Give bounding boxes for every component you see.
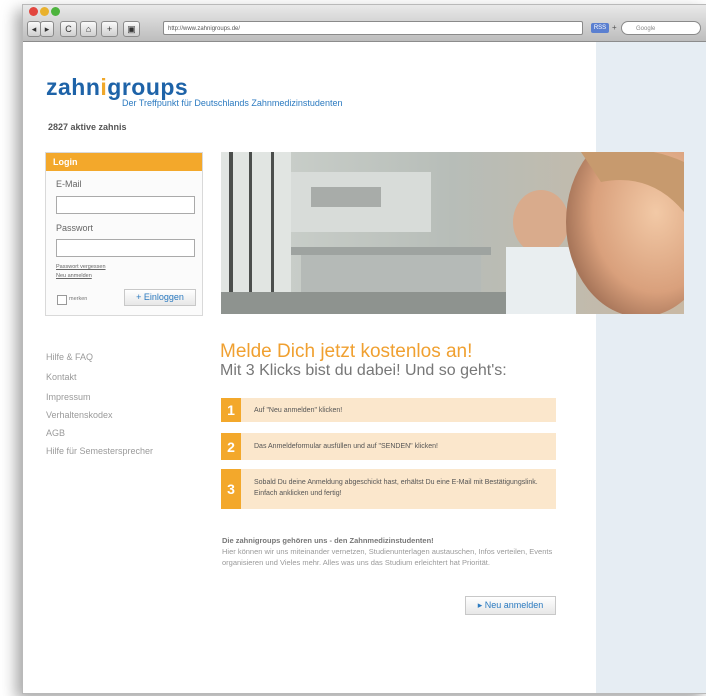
rss-icon[interactable]: RSS: [591, 23, 609, 33]
remember-checkbox[interactable]: [57, 295, 67, 305]
right-background-panel: [596, 42, 706, 693]
search-input[interactable]: Google: [621, 21, 701, 35]
sidebar-item-help-faq[interactable]: Hilfe & FAQ: [46, 352, 93, 362]
back-button[interactable]: ◂: [27, 21, 41, 37]
step-number: 1: [221, 398, 241, 422]
reload-button[interactable]: C: [60, 21, 77, 37]
plus-icon: +: [106, 24, 113, 34]
home-icon: ⌂: [85, 24, 92, 34]
register-link[interactable]: Neu anmelden: [56, 273, 92, 279]
site-tagline: Der Treffpunkt für Deutschlands Zahnmedi…: [122, 98, 343, 108]
hero-photo: [221, 152, 684, 314]
browser-toolbar: ◂ ▸ C ⌂ + ▣ http://www.zahnigroups.de/ R…: [23, 5, 706, 42]
sidebar-item-semester-help[interactable]: Hilfe für Semestersprecher: [46, 446, 153, 456]
about-title: Die zahnigroups gehören uns - den Zahnme…: [222, 536, 434, 545]
register-button[interactable]: ▸ Neu anmelden: [465, 596, 556, 615]
search-engine-plus[interactable]: +: [612, 23, 620, 33]
close-window-button[interactable]: [29, 7, 38, 16]
add-bookmark-button[interactable]: +: [101, 21, 118, 37]
signup-subheadline: Mit 3 Klicks bist du dabei! Und so geht'…: [220, 362, 507, 379]
step-2: 2 Das Anmeldeformular ausfüllen und auf …: [221, 433, 556, 460]
reload-icon: C: [65, 24, 72, 34]
sidebar-item-code-of-conduct[interactable]: Verhaltenskodex: [46, 410, 113, 420]
maximize-window-button[interactable]: [51, 7, 60, 16]
signup-headline: Melde Dich jetzt kostenlos an!: [220, 341, 473, 362]
step-text: Das Anmeldeformular ausfüllen und auf "S…: [254, 443, 438, 450]
login-box: Login E-Mail Passwort Passwort vergessen…: [45, 152, 203, 316]
active-users-count: 2827 aktive zahnis: [48, 122, 127, 132]
back-arrow-icon: ◂: [31, 24, 37, 34]
login-title: Login: [46, 153, 202, 171]
forgot-password-link[interactable]: Passwort vergessen: [56, 264, 106, 270]
remember-label: merken: [69, 296, 88, 302]
step-1: 1 Auf "Neu anmelden" klicken!: [221, 398, 556, 422]
login-button[interactable]: + Einloggen: [124, 289, 196, 306]
step-3: 3 Sobald Du deine Anmeldung abgeschickt …: [221, 469, 556, 509]
step-text: Sobald Du deine Anmeldung abgeschickt ha…: [254, 479, 538, 497]
forward-button[interactable]: ▸: [40, 21, 54, 37]
step-number: 3: [221, 469, 241, 509]
home-button[interactable]: ⌂: [80, 21, 97, 37]
minimize-window-button[interactable]: [40, 7, 49, 16]
forward-arrow-icon: ▸: [44, 24, 50, 34]
site-logo[interactable]: zahnigroups: [46, 74, 188, 101]
logo-text-groups: groups: [107, 74, 189, 100]
sidebar-item-contact[interactable]: Kontakt: [46, 372, 77, 382]
logo-text-zahn: zahn: [46, 74, 101, 100]
step-text: Auf "Neu anmelden" klicken!: [254, 407, 343, 414]
password-label: Passwort: [56, 223, 94, 233]
address-bar[interactable]: http://www.zahnigroups.de/: [163, 21, 583, 35]
password-field[interactable]: [56, 239, 195, 257]
about-text: Hier können wir uns miteinander vernetze…: [222, 547, 553, 567]
sidebar-item-impressum[interactable]: Impressum: [46, 392, 91, 402]
email-field[interactable]: [56, 196, 195, 214]
snapback-button[interactable]: ▣: [123, 21, 140, 37]
email-label: E-Mail: [56, 179, 82, 189]
about-section: Die zahnigroups gehören uns - den Zahnme…: [222, 535, 562, 568]
window-icon: ▣: [127, 24, 136, 34]
sidebar-item-agb[interactable]: AGB: [46, 428, 65, 438]
step-number: 2: [221, 433, 241, 460]
